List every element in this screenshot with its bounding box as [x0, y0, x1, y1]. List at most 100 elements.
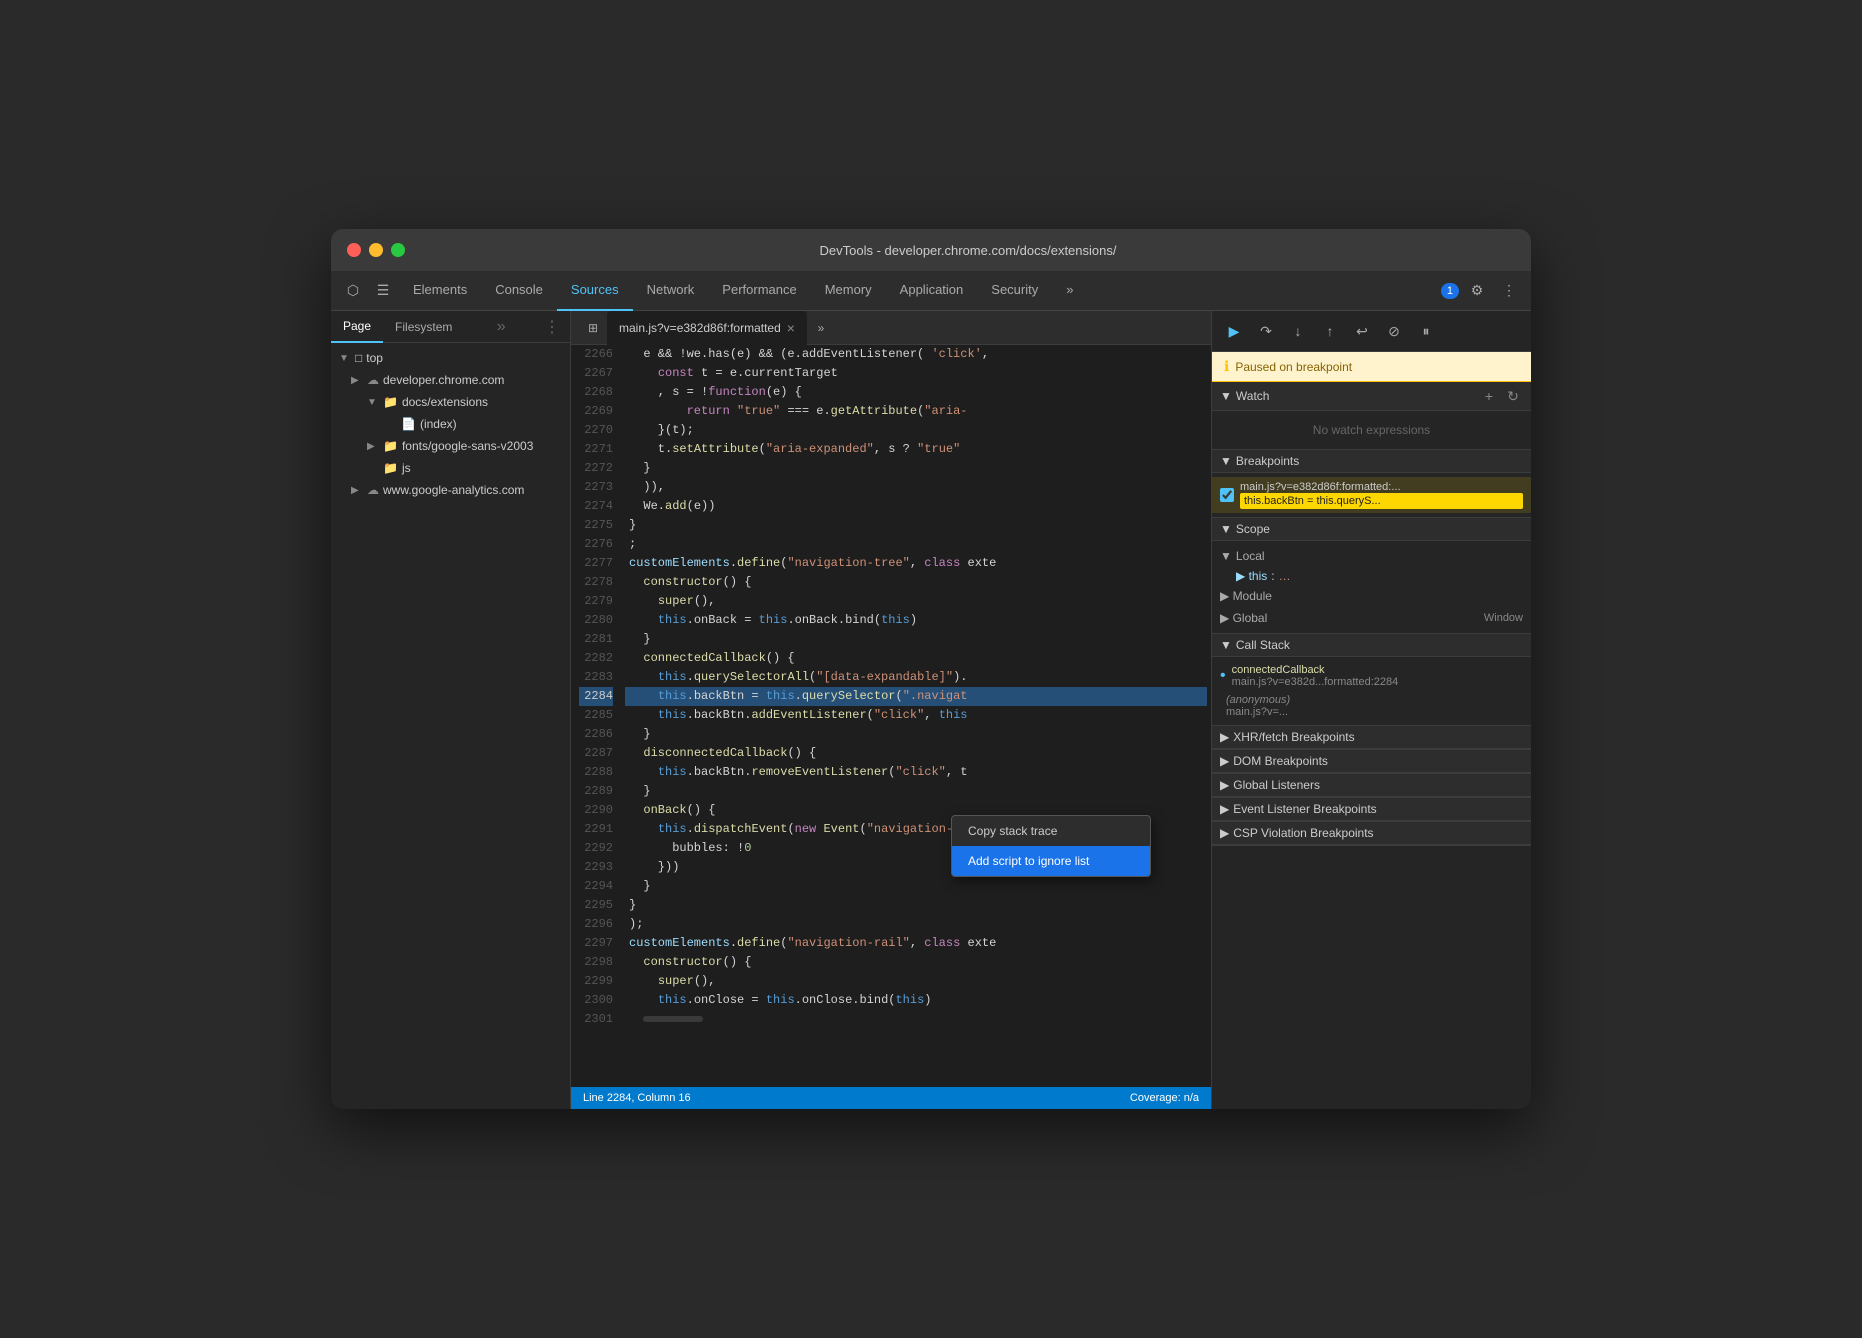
code-line-2297: customElements.define("navigation-rail",… — [625, 934, 1207, 953]
tree-item-index[interactable]: 📄 (index) — [331, 413, 570, 435]
callstack-label: Call Stack — [1236, 638, 1290, 652]
step-button[interactable]: ↩ — [1348, 317, 1376, 345]
tab-performance[interactable]: Performance — [708, 271, 810, 311]
scope-module[interactable]: ▶ Module — [1212, 585, 1531, 607]
context-menu-copy-stack[interactable]: Copy stack trace — [952, 816, 1150, 846]
dock-icon[interactable]: ☰ — [369, 277, 397, 305]
code-area[interactable]: e && !we.has(e) && (e.addEventListener( … — [621, 345, 1211, 1087]
scope-label: Scope — [1236, 522, 1270, 536]
tree-item-analytics[interactable]: ▶ ☁ www.google-analytics.com — [331, 479, 570, 501]
tree-item-top[interactable]: ▼ □ top — [331, 347, 570, 369]
arrow-fonts: ▶ — [367, 441, 379, 452]
main-toolbar: ⬡ ☰ Elements Console Sources Network Per… — [331, 271, 1531, 311]
panel-tab-filesystem[interactable]: Filesystem — [383, 311, 464, 343]
panel-tab-page[interactable]: Page — [331, 311, 383, 343]
deactivate-button[interactable]: ⊘ — [1380, 317, 1408, 345]
tree-item-docsext[interactable]: ▼ 📁 docs/extensions — [331, 391, 570, 413]
tree-item-js[interactable]: 📁 js — [331, 457, 570, 479]
tab-more-icon[interactable]: » — [807, 314, 835, 342]
code-line-2285: this.backBtn.addEventListener("click", t… — [625, 706, 1207, 725]
breakpoint-checkbox[interactable] — [1220, 488, 1234, 502]
xhr-header[interactable]: ▶ XHR/fetch Breakpoints — [1212, 726, 1531, 749]
breakpoint-file: main.js?v=e382d86f:formatted:... — [1240, 481, 1523, 493]
callstack-item-1[interactable]: • connectedCallback main.js?v=e382d...fo… — [1212, 661, 1531, 691]
event-header[interactable]: ▶ Event Listener Breakpoints — [1212, 798, 1531, 821]
maximize-button[interactable] — [391, 243, 405, 257]
status-bar: Line 2284, Column 16 Coverage: n/a — [571, 1087, 1211, 1109]
folder-icon-top: □ — [355, 351, 362, 365]
global-listeners-header[interactable]: ▶ Global Listeners — [1212, 774, 1531, 797]
file-icon-index: 📄 — [401, 417, 416, 431]
code-line-2280: this.onBack = this.onBack.bind(this) — [625, 611, 1207, 630]
cursor-icon[interactable]: ⬡ — [339, 277, 367, 305]
debug-toolbar: ▶ ↷ ↓ ↑ ↩ ⊘ ⏸ — [1212, 311, 1531, 352]
editor-body: 2266 2267 2268 2269 2270 2271 2272 2273 … — [571, 345, 1211, 1087]
arrow-analytics: ▶ — [351, 485, 363, 496]
step-out-button[interactable]: ↑ — [1316, 317, 1344, 345]
context-menu-add-ignore[interactable]: Add script to ignore list — [952, 846, 1150, 876]
sidebar-toggle-icon[interactable]: ⊞ — [579, 314, 607, 342]
editor-tab-main[interactable]: main.js?v=e382d86f:formatted × — [607, 311, 807, 345]
tab-sources[interactable]: Sources — [557, 271, 633, 311]
tab-application[interactable]: Application — [886, 271, 978, 311]
event-arrow: ▶ — [1220, 802, 1229, 816]
tree-label-domain1: developer.chrome.com — [383, 373, 504, 387]
scope-global[interactable]: ▶ Global Window — [1212, 607, 1531, 629]
new-group-icon[interactable]: ⋮ — [538, 313, 566, 341]
watch-section-header[interactable]: ▼ Watch + ↻ — [1212, 382, 1531, 411]
scope-this[interactable]: ▶ this : … — [1212, 567, 1531, 585]
tab-network[interactable]: Network — [633, 271, 709, 311]
watch-label: Watch — [1236, 389, 1270, 403]
dom-label: DOM Breakpoints — [1233, 754, 1328, 768]
tab-elements[interactable]: Elements — [399, 271, 481, 311]
csp-section: ▶ CSP Violation Breakpoints — [1212, 822, 1531, 846]
breakpoint-item-1[interactable]: main.js?v=e382d86f:formatted:... this.ba… — [1212, 477, 1531, 513]
csp-header[interactable]: ▶ CSP Violation Breakpoints — [1212, 822, 1531, 845]
minimize-button[interactable] — [369, 243, 383, 257]
step-over-button[interactable]: ↷ — [1252, 317, 1280, 345]
code-line-2300: this.onClose = this.onClose.bind(this) — [625, 991, 1207, 1010]
watch-actions: + ↻ — [1479, 386, 1523, 406]
scope-local[interactable]: ▼ Local — [1212, 545, 1531, 567]
folder-icon-js: 📁 — [383, 461, 398, 475]
breakpoints-section-header[interactable]: ▼ Breakpoints — [1212, 450, 1531, 473]
global-label: ▶ Global — [1220, 611, 1267, 625]
devtools-window: DevTools - developer.chrome.com/docs/ext… — [331, 229, 1531, 1109]
code-line-2271: t.setAttribute("aria-expanded", s ? "tru… — [625, 440, 1207, 459]
tree-label-docsext: docs/extensions — [402, 395, 488, 409]
editor-tab-close[interactable]: × — [787, 320, 795, 336]
file-tree: ▼ □ top ▶ ☁ developer.chrome.com — [331, 343, 570, 1109]
more-options-icon[interactable]: ⋮ — [1495, 277, 1523, 305]
tab-memory[interactable]: Memory — [811, 271, 886, 311]
dom-header[interactable]: ▶ DOM Breakpoints — [1212, 750, 1531, 773]
step-into-button[interactable]: ↓ — [1284, 317, 1312, 345]
tab-more[interactable]: » — [1052, 271, 1087, 311]
watch-empty-label: No watch expressions — [1212, 415, 1531, 445]
scope-section-header[interactable]: ▼ Scope — [1212, 518, 1531, 541]
pause-exceptions-button[interactable]: ⏸ — [1412, 317, 1440, 345]
global-value: Window — [1484, 612, 1523, 624]
tab-console[interactable]: Console — [481, 271, 557, 311]
module-label: ▶ Module — [1220, 589, 1272, 603]
callstack-item-2[interactable]: (anonymous) main.js?v=... — [1212, 691, 1531, 721]
dom-section: ▶ DOM Breakpoints — [1212, 750, 1531, 774]
context-menu: Copy stack trace Add script to ignore li… — [951, 815, 1151, 877]
resume-button[interactable]: ▶ — [1220, 317, 1248, 345]
xhr-section: ▶ XHR/fetch Breakpoints — [1212, 726, 1531, 750]
close-button[interactable] — [347, 243, 361, 257]
tree-item-domain1[interactable]: ▶ ☁ developer.chrome.com — [331, 369, 570, 391]
main-content: Page Filesystem » ⋮ ▼ □ top ▶ — [331, 311, 1531, 1109]
callstack-section-header[interactable]: ▼ Call Stack — [1212, 634, 1531, 657]
panel-tab-more[interactable]: » — [489, 318, 514, 336]
scope-arrow: ▼ — [1220, 522, 1232, 536]
watch-refresh-button[interactable]: ↻ — [1503, 386, 1523, 406]
window-title: DevTools - developer.chrome.com/docs/ext… — [421, 243, 1515, 258]
tab-security[interactable]: Security — [977, 271, 1052, 311]
code-line-2277: customElements.define("navigation-tree",… — [625, 554, 1207, 573]
tree-item-fonts[interactable]: ▶ 📁 fonts/google-sans-v2003 — [331, 435, 570, 457]
settings-icon[interactable]: ⚙ — [1463, 277, 1491, 305]
watch-add-button[interactable]: + — [1479, 386, 1499, 406]
arrow-top: ▼ — [339, 353, 351, 364]
local-arrow: ▼ — [1220, 549, 1232, 563]
csp-label: CSP Violation Breakpoints — [1233, 826, 1373, 840]
